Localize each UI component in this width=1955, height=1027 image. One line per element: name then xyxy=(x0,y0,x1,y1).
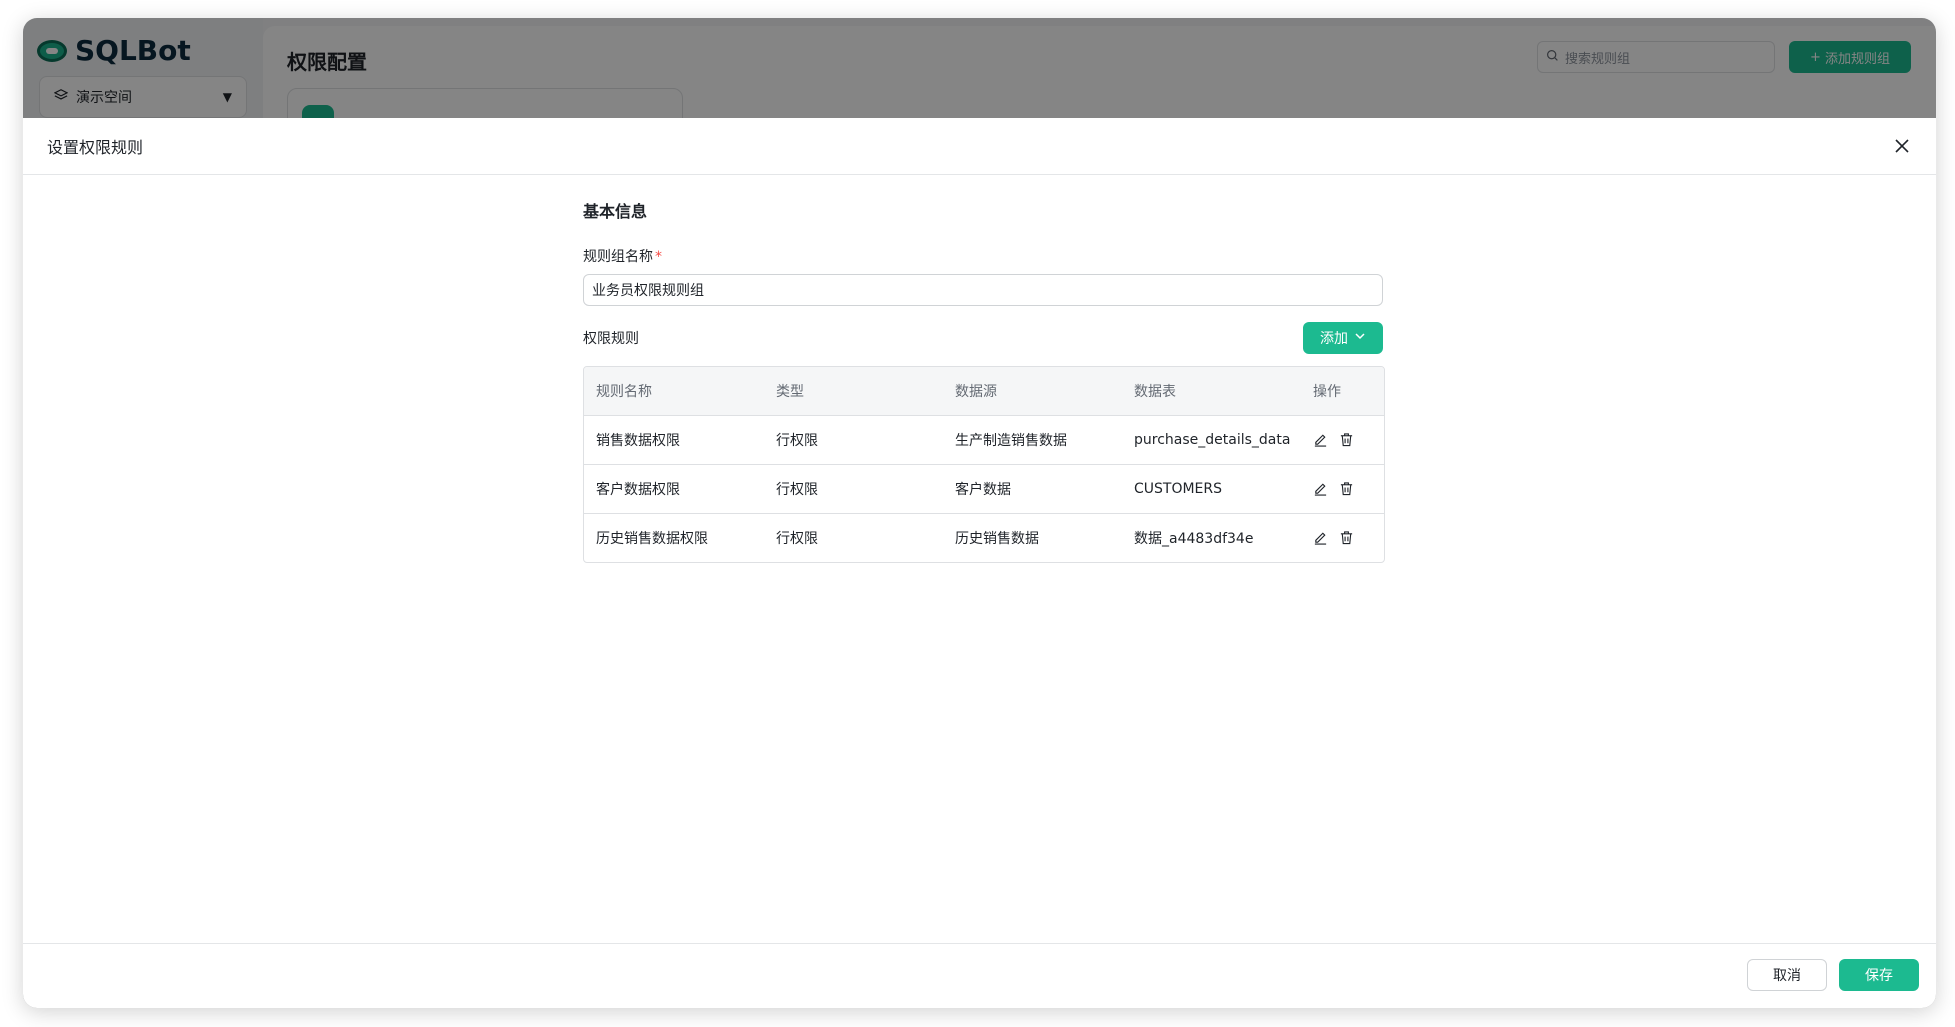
column-header: 操作 xyxy=(1313,384,1341,400)
app-window: SQLBot 演示空间 ▼ 权限配置 搜索规则组 + 添加规则组 设置权限规则 xyxy=(23,18,1936,1008)
name-label-text: 规则组名称 xyxy=(583,249,653,265)
delete-icon[interactable] xyxy=(1339,481,1355,497)
actions-cell xyxy=(1301,432,1382,448)
column-header: 数据表 xyxy=(1134,384,1176,400)
permission-rule-drawer: 设置权限规则 基本信息 规则组名称* 权限规则 添加 xyxy=(23,118,1936,1008)
save-button[interactable]: 保存 xyxy=(1839,959,1919,991)
datasource-cell: 生产制造销售数据 xyxy=(955,433,1067,449)
datatable-cell: purchase_details_data xyxy=(1134,432,1291,448)
rules-table: 规则名称 类型 数据源 数据表 操作 销售数据权限 行权限 生产制造销售数据 p… xyxy=(583,366,1385,563)
actions-cell xyxy=(1301,481,1382,497)
edit-icon[interactable] xyxy=(1313,432,1329,448)
section-title: 基本信息 xyxy=(583,202,648,221)
edit-icon[interactable] xyxy=(1313,530,1329,546)
actions-cell xyxy=(1301,530,1382,546)
required-mark: * xyxy=(655,249,662,265)
rule-group-name-input[interactable] xyxy=(583,274,1383,306)
column-header: 数据源 xyxy=(955,384,997,400)
rule-name-cell: 客户数据权限 xyxy=(596,482,680,498)
table-row: 销售数据权限 行权限 生产制造销售数据 purchase_details_dat… xyxy=(584,415,1384,464)
chevron-down-icon xyxy=(1354,330,1366,346)
rules-label: 权限规则 xyxy=(583,331,639,347)
column-header: 规则名称 xyxy=(596,384,652,400)
add-rule-label: 添加 xyxy=(1320,331,1348,347)
datasource-cell: 历史销售数据 xyxy=(955,531,1039,547)
edit-icon[interactable] xyxy=(1313,481,1329,497)
rule-type-cell: 行权限 xyxy=(776,433,818,449)
name-field-label: 规则组名称 * xyxy=(583,246,1383,266)
datatable-cell: CUSTOMERS xyxy=(1134,481,1223,497)
rule-type-cell: 行权限 xyxy=(776,482,818,498)
rule-group-form: 基本信息 规则组名称* 权限规则 添加 规则名称 类型 数据源 xyxy=(583,198,1385,563)
delete-icon[interactable] xyxy=(1339,432,1355,448)
rule-name-cell: 历史销售数据权限 xyxy=(596,531,708,547)
rule-type-cell: 行权限 xyxy=(776,531,818,547)
delete-icon[interactable] xyxy=(1339,530,1355,546)
drawer-footer: 取消 保存 xyxy=(23,943,1936,1008)
table-row: 历史销售数据权限 行权限 历史销售数据 数据_a4483df34e xyxy=(584,513,1384,562)
table-header: 规则名称 类型 数据源 数据表 操作 xyxy=(584,367,1384,415)
add-rule-button[interactable]: 添加 xyxy=(1303,322,1383,354)
cancel-button[interactable]: 取消 xyxy=(1747,959,1827,991)
table-row: 客户数据权限 行权限 客户数据 CUSTOMERS xyxy=(584,464,1384,513)
close-icon[interactable] xyxy=(1892,136,1912,156)
drawer-title: 设置权限规则 xyxy=(47,138,144,157)
datatable-cell: 数据_a4483df34e xyxy=(1134,531,1254,547)
column-header: 类型 xyxy=(776,384,804,400)
datasource-cell: 客户数据 xyxy=(955,482,1011,498)
rule-name-cell: 销售数据权限 xyxy=(596,433,680,449)
drawer-header: 设置权限规则 xyxy=(23,118,1936,175)
rules-header: 权限规则 添加 xyxy=(583,322,1383,354)
